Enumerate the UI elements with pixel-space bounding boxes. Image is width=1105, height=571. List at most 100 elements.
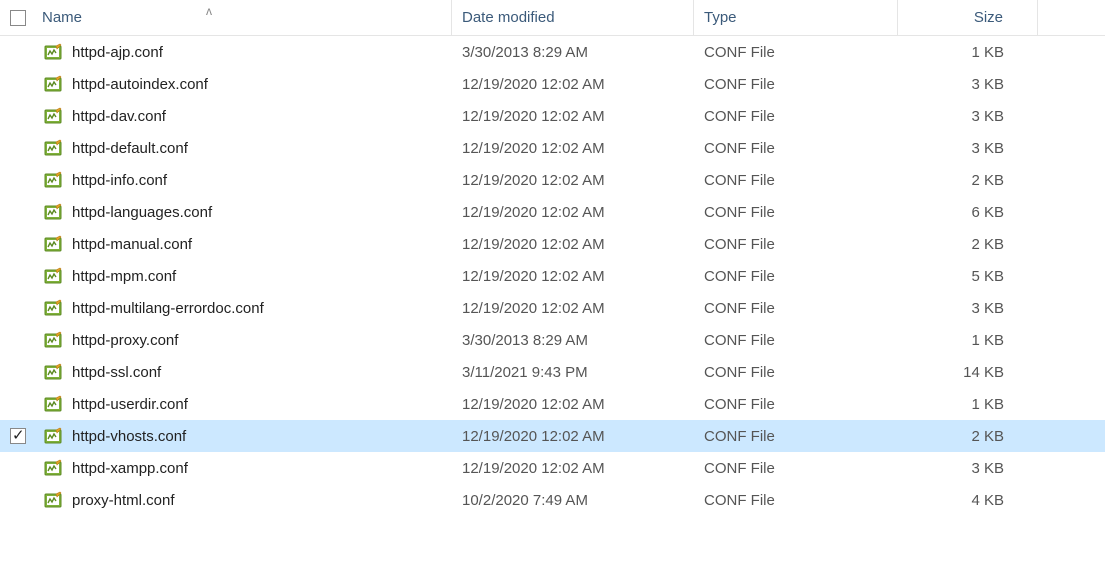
file-date-label: 12/19/2020 12:02 AM [462, 460, 605, 477]
file-row[interactable]: httpd-mpm.conf12/19/2020 12:02 AMCONF Fi… [0, 260, 1105, 292]
file-name-cell[interactable]: httpd-xampp.conf [36, 459, 452, 477]
column-header-size[interactable]: Size [898, 0, 1038, 35]
file-name-label: httpd-languages.conf [72, 204, 212, 221]
file-size-label: 3 KB [971, 76, 1004, 93]
file-size-cell: 5 KB [898, 268, 1038, 285]
file-name-cell[interactable]: httpd-userdir.conf [36, 395, 452, 413]
conf-file-icon [44, 107, 62, 125]
file-name-cell[interactable]: httpd-multilang-errordoc.conf [36, 299, 452, 317]
file-date-cell: 12/19/2020 12:02 AM [452, 172, 694, 189]
column-header-name[interactable]: Name ʌ [36, 0, 452, 35]
file-row[interactable]: httpd-userdir.conf12/19/2020 12:02 AMCON… [0, 388, 1105, 420]
file-name-cell[interactable]: httpd-languages.conf [36, 203, 452, 221]
column-header-name-label: Name [42, 9, 82, 26]
file-date-cell: 12/19/2020 12:02 AM [452, 300, 694, 317]
file-size-cell: 1 KB [898, 396, 1038, 413]
file-date-label: 3/11/2021 9:43 PM [462, 364, 588, 381]
file-row[interactable]: httpd-vhosts.conf12/19/2020 12:02 AMCONF… [0, 420, 1105, 452]
file-size-cell: 3 KB [898, 460, 1038, 477]
file-type-label: CONF File [704, 140, 775, 157]
file-size-label: 2 KB [971, 172, 1004, 189]
file-type-cell: CONF File [694, 172, 898, 189]
file-name-cell[interactable]: httpd-autoindex.conf [36, 75, 452, 93]
file-name-cell[interactable]: proxy-html.conf [36, 491, 452, 509]
file-type-cell: CONF File [694, 236, 898, 253]
file-row[interactable]: httpd-ssl.conf 3/11/2021 9:43 PM CONF File… [0, 356, 1105, 388]
row-checkbox[interactable] [10, 428, 26, 444]
file-name-label: httpd-xampp.conf [72, 460, 188, 477]
file-name-label: httpd-manual.conf [72, 236, 192, 253]
column-header-type-label: Type [704, 9, 737, 26]
column-header-date-label: Date modified [462, 9, 555, 26]
file-date-label: 10/2/2020 7:49 AM [462, 492, 588, 509]
file-row[interactable]: httpd-dav.conf 12/19/2020 12:02 AM CONF Fi… [0, 100, 1105, 132]
file-type-label: CONF File [704, 108, 775, 125]
file-size-label: 4 KB [971, 492, 1004, 509]
column-header-size-label: Size [974, 9, 1003, 26]
file-name-cell[interactable]: httpd-vhosts.conf [36, 427, 452, 445]
row-checkbox-cell[interactable] [0, 428, 36, 444]
conf-file-icon [44, 235, 62, 253]
file-size-label: 2 KB [971, 428, 1004, 445]
file-date-label: 12/19/2020 12:02 AM [462, 236, 605, 253]
file-name-cell[interactable]: httpd-proxy.conf [36, 331, 452, 349]
file-date-label: 12/19/2020 12:02 AM [462, 108, 605, 125]
file-name-cell[interactable]: httpd-ajp.conf [36, 43, 452, 61]
file-name-cell[interactable]: httpd-manual.conf [36, 235, 452, 253]
column-header-row: Name ʌ Date modified Type Size [0, 0, 1105, 36]
file-size-label: 14 KB [963, 364, 1004, 381]
file-date-cell: 3/30/2013 8:29 AM [452, 332, 694, 349]
file-size-cell: 1 KB [898, 44, 1038, 61]
conf-file-icon [44, 395, 62, 413]
file-name-cell[interactable]: httpd-default.conf [36, 139, 452, 157]
file-row[interactable]: proxy-html.conf 10/2/2020 7:49 AM CONF Fil… [0, 484, 1105, 516]
file-name-label: httpd-mpm.conf [72, 268, 176, 285]
file-date-label: 12/19/2020 12:02 AM [462, 76, 605, 93]
file-type-label: CONF File [704, 332, 775, 349]
file-row[interactable]: httpd-proxy.conf 3/30/2013 8:29 AM CONF Fi… [0, 324, 1105, 356]
file-type-cell: CONF File [694, 492, 898, 509]
file-row[interactable]: httpd-languages.conf12/19/2020 12:02 AMC… [0, 196, 1105, 228]
column-header-type[interactable]: Type [694, 0, 898, 35]
file-name-cell[interactable]: httpd-ssl.conf [36, 363, 452, 381]
file-type-cell: CONF File [694, 364, 898, 381]
file-row[interactable]: httpd-xampp.conf12/19/2020 12:02 AMCONF … [0, 452, 1105, 484]
file-date-label: 12/19/2020 12:02 AM [462, 140, 605, 157]
file-name-cell[interactable]: httpd-dav.conf [36, 107, 452, 125]
file-size-label: 1 KB [971, 44, 1004, 61]
file-size-cell: 3 KB [898, 300, 1038, 317]
file-name-cell[interactable]: httpd-info.conf [36, 171, 452, 189]
conf-file-icon [44, 331, 62, 349]
file-name-label: httpd-userdir.conf [72, 396, 188, 413]
file-type-label: CONF File [704, 172, 775, 189]
conf-file-icon [44, 43, 62, 61]
file-name-label: httpd-proxy.conf [72, 332, 178, 349]
file-size-cell: 3 KB [898, 140, 1038, 157]
file-size-label: 3 KB [971, 108, 1004, 125]
file-row[interactable]: httpd-ajp.conf3/30/2013 8:29 AMCONF File… [0, 36, 1105, 68]
file-name-cell[interactable]: httpd-mpm.conf [36, 267, 452, 285]
file-type-cell: CONF File [694, 204, 898, 221]
select-all-checkbox[interactable] [10, 10, 26, 26]
file-size-cell: 2 KB [898, 236, 1038, 253]
file-row[interactable]: httpd-manual.conf 12/19/2020 12:02 AM CONF… [0, 228, 1105, 260]
file-date-label: 12/19/2020 12:02 AM [462, 300, 605, 317]
file-type-cell: CONF File [694, 76, 898, 93]
sort-ascending-icon: ʌ [206, 4, 212, 18]
file-name-label: proxy-html.conf [72, 492, 175, 509]
file-row[interactable]: httpd-multilang-errordoc.conf 12/19/2020 … [0, 292, 1105, 324]
file-row[interactable]: httpd-default.conf 12/19/2020 12:02 AM CON… [0, 132, 1105, 164]
conf-file-icon [44, 459, 62, 477]
file-date-cell: 12/19/2020 12:02 AM [452, 396, 694, 413]
file-size-label: 3 KB [971, 460, 1004, 477]
file-size-label: 5 KB [971, 268, 1004, 285]
file-size-label: 2 KB [971, 236, 1004, 253]
file-type-label: CONF File [704, 204, 775, 221]
file-row[interactable]: httpd-autoindex.conf 12/19/2020 12:02 AM C… [0, 68, 1105, 100]
file-date-label: 12/19/2020 12:02 AM [462, 172, 605, 189]
file-type-cell: CONF File [694, 108, 898, 125]
conf-file-icon [44, 267, 62, 285]
file-row[interactable]: httpd-info.conf 12/19/2020 12:02 AM CONF F… [0, 164, 1105, 196]
select-all-cell[interactable] [0, 10, 36, 26]
column-header-date[interactable]: Date modified [452, 0, 694, 35]
